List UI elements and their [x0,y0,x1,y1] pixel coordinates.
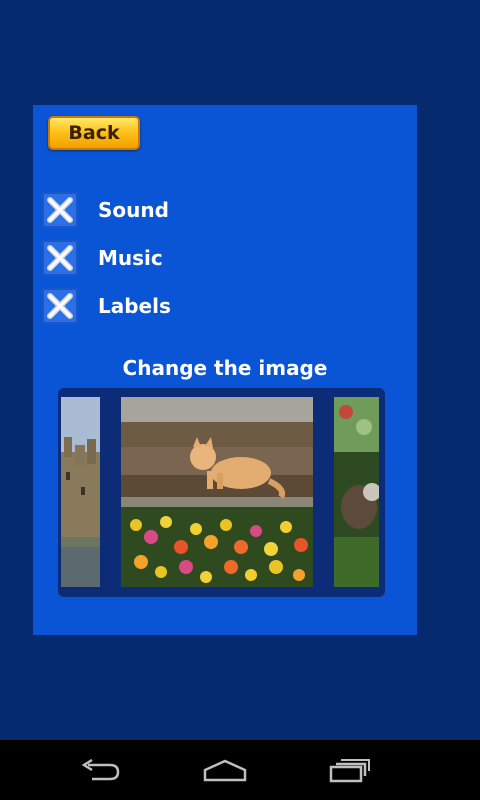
nav-recents-button[interactable] [320,754,380,788]
music-checkbox[interactable] [42,240,78,276]
labels-checkbox[interactable] [42,288,78,324]
labels-label: Labels [98,294,171,318]
x-mark-icon [47,245,73,271]
home-icon [203,759,247,782]
x-mark-icon [47,293,73,319]
cat-flowers-image[interactable] [121,397,313,587]
sound-label: Sound [98,198,169,222]
sound-option[interactable]: Sound [42,192,169,228]
back-arrow-icon [81,759,120,781]
nav-back-button[interactable] [70,754,130,788]
sound-checkbox[interactable] [42,192,78,228]
music-label: Music [98,246,163,270]
garden-image[interactable] [334,397,379,587]
castle-image[interactable] [61,397,100,587]
system-nav-bar [0,740,480,800]
music-option[interactable]: Music [42,240,163,276]
change-image-title: Change the image [122,356,328,380]
recent-apps-icon [329,759,370,783]
nav-home-button[interactable] [195,754,255,788]
x-mark-icon [47,197,73,223]
image-carousel[interactable] [58,388,385,597]
back-button[interactable]: Back [48,116,140,150]
labels-option[interactable]: Labels [42,288,171,324]
